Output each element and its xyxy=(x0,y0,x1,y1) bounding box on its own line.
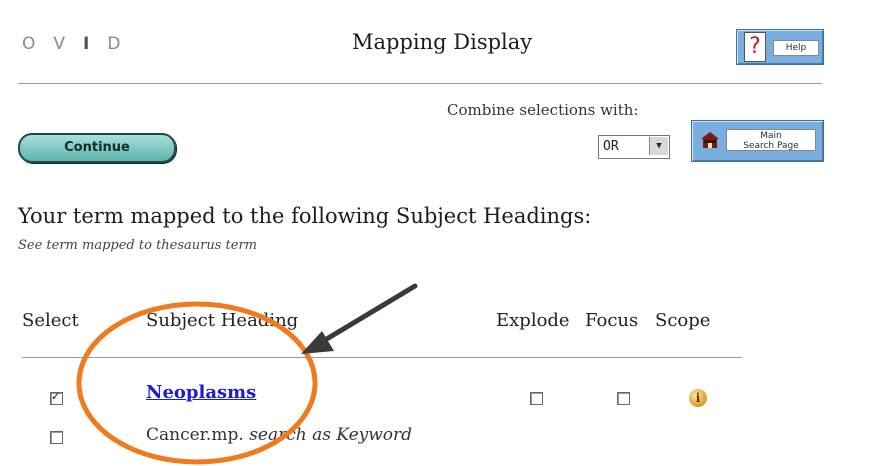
annotation-arrow xyxy=(301,283,418,354)
annotation-overlay xyxy=(76,283,418,465)
annotation-ellipse xyxy=(76,301,318,465)
